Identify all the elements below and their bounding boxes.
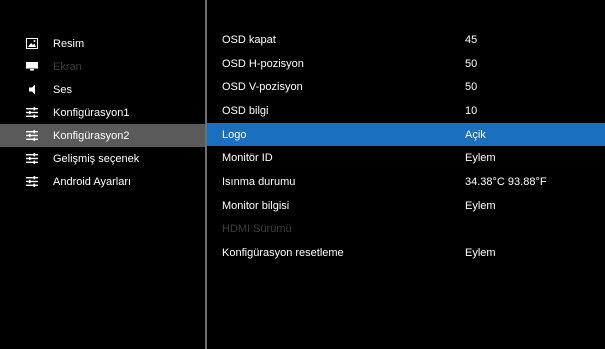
setting-label: OSD bilgi xyxy=(222,104,269,117)
sidebar-item-label: Konfigürasyon1 xyxy=(53,106,130,119)
setting-label: Monitor bilgisi xyxy=(222,199,290,212)
setting-row-hdmi-surumu[interactable]: HDMI Sürümü xyxy=(207,218,605,242)
setting-row-monitor-bilgisi[interactable]: Monitor bilgisi Eylem xyxy=(207,194,605,218)
settings-sliders-icon xyxy=(26,153,38,165)
settings-sliders-icon xyxy=(26,107,38,119)
sidebar-item-label: Resim xyxy=(53,37,85,50)
setting-label: OSD V-pozisyon xyxy=(222,81,303,94)
setting-value: 10 xyxy=(465,104,478,117)
setting-label: HDMI Sürümü xyxy=(222,223,292,236)
sidebar-item-label: Ekran xyxy=(53,60,82,73)
setting-value: 34.38°C 93.88°F xyxy=(465,175,547,188)
screen-icon xyxy=(26,61,38,73)
sidebar-item-android-ayarlari[interactable]: Android Ayarları xyxy=(0,170,205,193)
settings-sliders-icon xyxy=(26,176,38,188)
setting-row-isinma-durumu[interactable]: Isınma durumu 34.38°C 93.88°F xyxy=(207,170,605,194)
setting-value: Eylem xyxy=(465,152,496,165)
picture-icon xyxy=(26,38,38,50)
sidebar-item-label: Android Ayarları xyxy=(53,175,132,188)
setting-row-monitor-id[interactable]: Monitör ID Eylem xyxy=(207,146,605,170)
setting-value: Eylem xyxy=(465,199,496,212)
sidebar-item-konfigurasyon2[interactable]: Konfigürasyon2 xyxy=(0,124,205,147)
sidebar-item-ekran[interactable]: Ekran xyxy=(0,55,205,78)
setting-value: 50 xyxy=(465,57,478,70)
setting-value: Açik xyxy=(465,128,486,141)
sidebar-item-konfigurasyon1[interactable]: Konfigürasyon1 xyxy=(0,101,205,124)
setting-label: Monitör ID xyxy=(222,152,273,165)
setting-value: 50 xyxy=(465,81,478,94)
settings-list: OSD kapat 45 OSD H-pozisyon 50 OSD V-poz… xyxy=(207,0,605,349)
setting-value: Eylem xyxy=(465,247,496,260)
sidebar-item-ses[interactable]: Ses xyxy=(0,78,205,101)
setting-label: Isınma durumu xyxy=(222,175,296,188)
setting-row-logo[interactable]: Logo Açik xyxy=(207,122,605,147)
speaker-icon xyxy=(26,84,38,96)
settings-sliders-icon xyxy=(26,130,38,142)
setting-row-konfigurasyon-resetleme[interactable]: Konfigürasyon resetleme Eylem xyxy=(207,241,605,265)
osd-sidebar: Resim Ekran Ses Konfigürasyon1 Konfigüra… xyxy=(0,0,205,349)
setting-label: OSD kapat xyxy=(222,33,276,46)
setting-label: Konfigürasyon resetleme xyxy=(222,247,344,260)
sidebar-item-label: Gelişmiş seçenek xyxy=(53,152,140,165)
sidebar-item-label: Ses xyxy=(53,83,72,96)
setting-label: Logo xyxy=(222,128,247,141)
sidebar-item-label: Konfigürasyon2 xyxy=(53,129,130,142)
setting-row-osd-h-pozisyon[interactable]: OSD H-pozisyon 50 xyxy=(207,52,605,76)
setting-value: 45 xyxy=(465,33,478,46)
sidebar-item-gelismis-secenek[interactable]: Gelişmiş seçenek xyxy=(0,147,205,170)
setting-row-osd-bilgi[interactable]: OSD bilgi 10 xyxy=(207,99,605,123)
setting-row-osd-kapat[interactable]: OSD kapat 45 xyxy=(207,28,605,52)
sidebar-item-resim[interactable]: Resim xyxy=(0,32,205,55)
setting-label: OSD H-pozisyon xyxy=(222,57,304,70)
setting-row-osd-v-pozisyon[interactable]: OSD V-pozisyon 50 xyxy=(207,75,605,99)
